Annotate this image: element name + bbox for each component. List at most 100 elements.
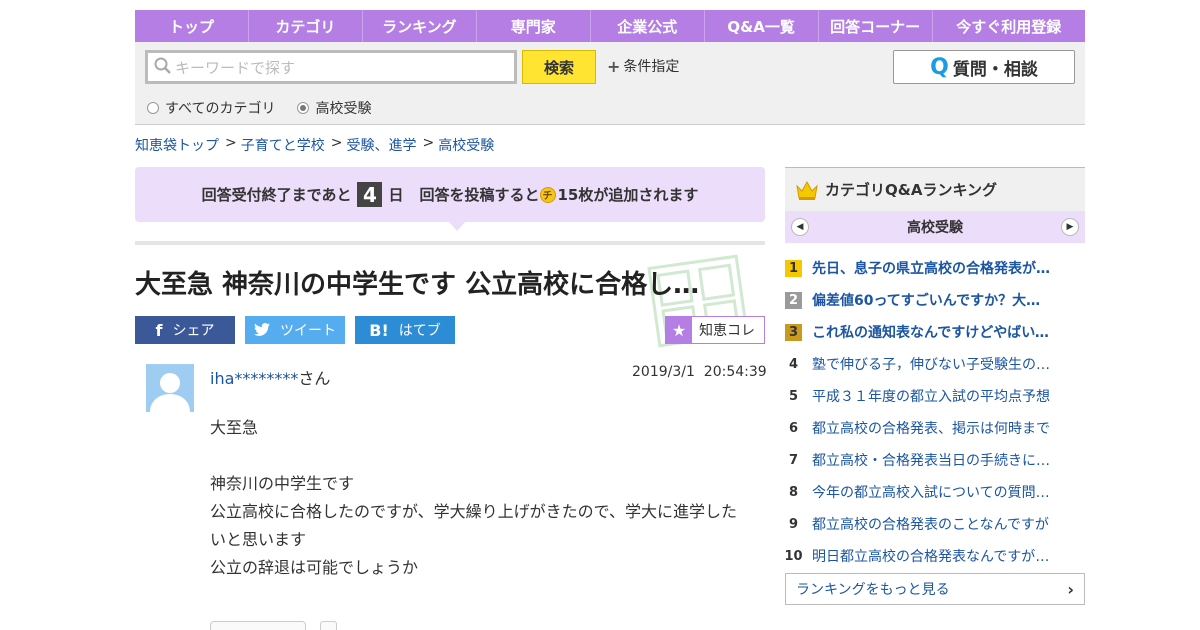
- nav-experts[interactable]: 専門家: [477, 10, 591, 42]
- hatena-bookmark-button[interactable]: B! はてブ: [355, 316, 455, 344]
- ranking-category: 高校受験: [907, 220, 963, 236]
- ranking-list: 1 先日、息子の県立高校の合格発表がありました 2 偏差値60ってすごいんですか？大…: [784, 252, 1085, 572]
- body-line: [210, 442, 750, 470]
- ranking-item[interactable]: 7 都立高校・合格発表当日の手続きについて: [785, 444, 1085, 476]
- body-line: 神奈川の中学生です: [210, 474, 355, 493]
- ranking-link[interactable]: 都立高校の合格発表、掲示は何時まで: [812, 418, 1050, 438]
- breadcrumb-separator: >: [330, 135, 343, 151]
- ranking-link[interactable]: 明日都立高校の合格発表なんですが不安です: [812, 546, 1052, 566]
- hatena-bookmark-icon: B!: [369, 320, 389, 340]
- condition-toggle[interactable]: + 条件指定: [607, 56, 679, 76]
- avatar[interactable]: [146, 364, 194, 412]
- crown-icon: [796, 180, 818, 200]
- rank-number: 3: [785, 323, 802, 341]
- ask-button-label: 質問・相談: [952, 59, 1038, 80]
- ranking-link[interactable]: 都立高校の合格発表のことなんですが: [812, 514, 1049, 534]
- ranking-item[interactable]: 2 偏差値60ってすごいんですか？大したことないですか: [785, 284, 1085, 316]
- ranking-item[interactable]: 9 都立高校の合格発表のことなんですが: [785, 508, 1085, 540]
- nav-ranking[interactable]: ランキング: [363, 10, 477, 42]
- body-line: 公立の辞退は可能でしょうか: [210, 558, 419, 577]
- plus-icon: +: [607, 56, 621, 76]
- scope-high-school-exam[interactable]: 高校受験: [297, 98, 371, 118]
- search-input[interactable]: キーワードで探す: [145, 50, 517, 84]
- next-category-icon[interactable]: ▶: [1061, 218, 1079, 236]
- hatena-label: はてブ: [398, 323, 441, 339]
- notice-prefix: 回答受付終了まであと: [201, 186, 352, 204]
- notice-middle: 回答を投稿すると: [419, 186, 540, 204]
- reaction-button[interactable]: [210, 621, 306, 630]
- scope-all-categories[interactable]: すべてのカテゴリ: [147, 98, 275, 118]
- rank-number: 9: [788, 516, 799, 532]
- more-ranking-button[interactable]: ランキングをもっと見る ›: [785, 573, 1085, 605]
- scope-label: 高校受験: [315, 101, 372, 117]
- search-placeholder: キーワードで探す: [175, 58, 296, 77]
- nav-official[interactable]: 企業公式: [591, 10, 705, 42]
- search-button[interactable]: 検索: [522, 50, 596, 84]
- ranking-item[interactable]: 4 塾で伸びる子，伸びない子受験生の保護者です: [785, 348, 1085, 380]
- ranking-link[interactable]: 都立高校・合格発表当日の手続きについて: [812, 450, 1052, 470]
- twitter-share-button[interactable]: ツイート: [245, 316, 345, 344]
- notice-pointer: [449, 222, 465, 231]
- ranking-link[interactable]: 偏差値60ってすごいんですか？大したことないですか: [812, 290, 1052, 310]
- ranking-item[interactable]: 10 明日都立高校の合格発表なんですが不安です: [784, 540, 1085, 572]
- scope-label: すべてのカテゴリ: [165, 101, 276, 117]
- ranking-title: カテゴリQ&Aランキング: [825, 181, 997, 199]
- ranking-item[interactable]: 1 先日、息子の県立高校の合格発表がありました: [785, 252, 1085, 284]
- ask-question-button[interactable]: Q 質問・相談: [893, 50, 1075, 84]
- radio-selected-icon: [297, 102, 310, 114]
- nav-register[interactable]: 今すぐ利用登録: [933, 10, 1085, 42]
- breadcrumb-parenting-school[interactable]: 子育てと学校: [241, 135, 325, 155]
- author-honorific: さん: [298, 369, 331, 388]
- question-time: 20:54:39: [703, 364, 767, 380]
- nav-qa-list[interactable]: Q&A一覧: [705, 10, 819, 42]
- nav-top[interactable]: トップ: [135, 10, 249, 42]
- facebook-share-label: シェア: [172, 323, 215, 339]
- rank-number: 6: [788, 420, 799, 436]
- ranking-link[interactable]: 今年の都立高校入試についての質問です: [812, 482, 1052, 502]
- question-date: 2019/3/1: [632, 364, 695, 380]
- ranking-link[interactable]: 平成３１年度の都立入試の平均点予想: [812, 386, 1050, 406]
- chie-kore-button[interactable]: ★ 知恵コレ: [665, 316, 765, 344]
- facebook-share-button[interactable]: f シェア: [135, 316, 235, 344]
- reaction-count-button[interactable]: [320, 621, 337, 630]
- prev-category-icon[interactable]: ◀: [791, 218, 809, 236]
- nav-answer-corner[interactable]: 回答コーナー: [819, 10, 933, 42]
- days-remaining: 4: [357, 182, 383, 207]
- breadcrumb-chiebukuro-top[interactable]: 知恵袋トップ: [135, 135, 219, 155]
- coin-icon: チ: [539, 186, 556, 203]
- global-nav: トップ カテゴリ ランキング 専門家 企業公式 Q&A一覧 回答コーナー 今すぐ…: [135, 10, 1085, 42]
- rank-number: 2: [785, 291, 802, 309]
- search-icon: [154, 57, 171, 78]
- chie-kore-label: 知恵コレ: [699, 323, 755, 339]
- notice-suffix: 15枚が追加されます: [557, 186, 699, 204]
- breadcrumb-exams[interactable]: 受験、進学: [346, 135, 416, 155]
- breadcrumb-high-school-exam[interactable]: 高校受験: [438, 135, 494, 155]
- ranking-item[interactable]: 8 今年の都立高校入試についての質問です: [785, 476, 1085, 508]
- question-datetime: 2019/3/1 20:54:39: [632, 364, 767, 380]
- question-title: 大至急 神奈川の中学生です 公立高校に合格し…: [135, 270, 700, 300]
- chevron-right-icon: ›: [1067, 579, 1074, 599]
- more-ranking-label: ランキングをもっと見る: [796, 582, 950, 598]
- question-author: iha********さん: [210, 365, 330, 389]
- author-name-link[interactable]: iha********: [210, 369, 298, 388]
- rank-number: 4: [788, 356, 799, 372]
- ranking-item[interactable]: 5 平成３１年度の都立入試の平均点予想: [785, 380, 1085, 412]
- radio-icon: [147, 102, 159, 114]
- twitter-icon: [254, 321, 270, 340]
- body-line: 公立高校に合格したのですが、学大繰り上げがきたので、学大に進学したいと思います: [210, 502, 738, 549]
- ranking-link[interactable]: 塾で伸びる子，伸びない子受験生の保護者です: [812, 354, 1052, 374]
- rank-number: 7: [788, 452, 799, 468]
- ranking-link[interactable]: 先日、息子の県立高校の合格発表がありました: [812, 258, 1052, 278]
- question-body: 大至急 神奈川の中学生です 公立高校に合格したのですが、学大繰り上げがきたので、…: [210, 414, 750, 582]
- rank-number: 1: [785, 259, 802, 277]
- breadcrumb-separator: >: [225, 135, 237, 151]
- answer-deadline-notice: 回答受付終了まであと 4 日 回答を投稿すると チ 15枚が追加されます: [135, 167, 765, 222]
- ranking-item[interactable]: 6 都立高校の合格発表、掲示は何時まで: [785, 412, 1085, 444]
- rank-number: 8: [788, 484, 799, 500]
- ranking-link[interactable]: これ私の通知表なんですけどやばいですか: [812, 322, 1052, 342]
- ranking-item[interactable]: 3 これ私の通知表なんですけどやばいですか: [785, 316, 1085, 348]
- rank-number: 10: [784, 548, 803, 564]
- default-user-icon: [146, 364, 194, 412]
- search-area: キーワードで探す 検索 + 条件指定 Q 質問・相談 すべてのカテゴリ 高校受験: [135, 42, 1085, 125]
- nav-category[interactable]: カテゴリ: [249, 10, 363, 42]
